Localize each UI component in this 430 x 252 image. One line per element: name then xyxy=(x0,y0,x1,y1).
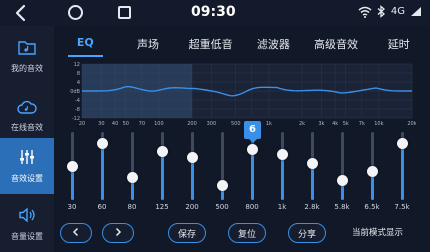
graph-x-tick: 20 xyxy=(79,121,85,126)
status-icons: 4G xyxy=(358,5,422,18)
slider-fill xyxy=(311,163,314,200)
current-mode-label: 当前模式显示 xyxy=(352,228,404,238)
slider-fill xyxy=(161,151,164,200)
eq-slider-6.5k[interactable]: 6.5k xyxy=(360,128,384,218)
slider-fill xyxy=(101,143,104,200)
tab-bar: EQ 声场 超重低音 滤波器 高级音效 延时 xyxy=(54,26,430,60)
sidebar-item-label: 音效设置 xyxy=(11,173,43,183)
tab-subwoofer[interactable]: 超重低音 xyxy=(179,26,242,60)
graph-x-tick: 300 xyxy=(207,121,217,126)
eq-slider-5.8k[interactable]: 5.8k xyxy=(330,128,354,218)
wifi-icon xyxy=(358,6,372,18)
graph-x-tick: 50 xyxy=(123,121,129,126)
sidebar-item-label: 我的音效 xyxy=(11,63,43,73)
recent-apps-icon[interactable] xyxy=(118,6,131,19)
signal-icon xyxy=(410,6,422,17)
sidebar-item-label: 在线音效 xyxy=(11,123,43,132)
eq-slider-200[interactable]: 200 xyxy=(180,128,204,218)
eq-band-sliders: 30 60 80 125 200 500 800 6 1k 2.8k 5.8k 6.5k 7.5k xyxy=(60,121,422,218)
slider-knob[interactable] xyxy=(67,160,78,172)
graph-x-tick: 1k xyxy=(266,121,272,126)
slider-knob[interactable] xyxy=(157,146,168,158)
graph-y-tick: 8 xyxy=(77,71,80,77)
slider-knob[interactable] xyxy=(277,149,288,161)
equalizer-sliders-icon xyxy=(19,149,35,169)
eq-screen: 09:30 4G 我的音效 在线音效 音效设置 音量设置 EQ 声场 超重低音 … xyxy=(0,0,430,252)
speaker-volume-icon xyxy=(18,206,36,227)
reset-button[interactable]: 复位 xyxy=(228,223,266,243)
slider-knob[interactable] xyxy=(397,137,408,149)
slider-fill xyxy=(281,154,284,200)
eq-slider-7.5k[interactable]: 7.5k xyxy=(390,128,414,218)
sidebar-item-volume-settings[interactable]: 音量设置 xyxy=(0,196,54,252)
tab-sound-field[interactable]: 声场 xyxy=(117,26,180,60)
sidebar-item-label: 音量设置 xyxy=(11,231,43,241)
prev-button[interactable] xyxy=(60,223,92,243)
graph-y-tick: 0dB xyxy=(70,89,80,95)
graph-x-tick: 500 xyxy=(231,121,241,126)
eq-slider-30[interactable]: 30 xyxy=(60,128,84,218)
tab-delay[interactable]: 延时 xyxy=(367,26,430,60)
chevron-right-icon xyxy=(113,227,123,240)
graph-x-tick: 100 xyxy=(154,121,164,126)
graph-x-tick: 40 xyxy=(112,121,118,126)
network-type-label: 4G xyxy=(390,6,405,17)
slider-value-bubble: 6 xyxy=(244,121,261,143)
graph-x-tick: 7k xyxy=(359,121,365,126)
music-folder-icon xyxy=(18,39,36,59)
slider-knob[interactable] xyxy=(187,152,198,163)
eq-response-graph: 12840dB-4-8-1220304050701002003005007001… xyxy=(70,62,416,126)
graph-x-tick: 70 xyxy=(139,121,145,126)
graph-x-tick: 30 xyxy=(98,121,104,126)
sidebar: 我的音效 在线音效 音效设置 音量设置 xyxy=(0,26,54,252)
slider-knob[interactable] xyxy=(217,180,228,192)
graph-x-tick: 4k xyxy=(332,121,338,126)
tab-eq[interactable]: EQ xyxy=(54,26,117,60)
eq-slider-60[interactable]: 60 xyxy=(90,128,114,218)
slider-frequency-label: 7.5k xyxy=(394,203,410,211)
slider-knob[interactable] xyxy=(247,143,258,155)
back-icon[interactable] xyxy=(10,2,32,24)
sidebar-item-my-effects[interactable]: 我的音效 xyxy=(0,28,54,84)
graph-x-tick: 5k xyxy=(343,121,349,126)
graph-x-tick: 10k xyxy=(374,121,383,126)
share-button[interactable]: 分享 xyxy=(288,223,326,243)
save-button[interactable]: 保存 xyxy=(168,223,206,243)
chevron-left-icon xyxy=(71,227,81,240)
tab-advanced-effects[interactable]: 高级音效 xyxy=(305,26,368,60)
sidebar-item-effect-settings[interactable]: 音效设置 xyxy=(0,138,54,194)
eq-slider-500[interactable]: 500 xyxy=(210,128,234,218)
status-time: 09:30 xyxy=(191,4,236,20)
slider-knob[interactable] xyxy=(337,174,348,186)
slider-knob[interactable] xyxy=(367,166,378,178)
slider-knob[interactable] xyxy=(127,171,138,183)
eq-slider-125[interactable]: 125 xyxy=(150,128,174,218)
graph-x-tick: 20k xyxy=(407,121,416,126)
status-bar: 09:30 4G xyxy=(0,0,430,26)
home-icon[interactable] xyxy=(68,5,83,20)
eq-slider-1k[interactable]: 1k xyxy=(270,128,294,218)
sidebar-item-online-effects[interactable]: 在线音效 xyxy=(0,88,54,144)
cloud-music-icon xyxy=(17,99,37,118)
eq-slider-800[interactable]: 800 6 xyxy=(240,121,264,218)
slider-fill xyxy=(191,157,194,200)
slider-knob[interactable] xyxy=(307,157,318,169)
graph-y-tick: 12 xyxy=(74,62,80,68)
graph-y-tick: 4 xyxy=(77,80,80,86)
slider-fill xyxy=(401,143,404,200)
slider-fill xyxy=(251,149,254,200)
slider-knob[interactable] xyxy=(97,137,108,149)
next-button[interactable] xyxy=(102,223,134,243)
graph-x-tick: 2k xyxy=(299,121,305,126)
graph-y-tick: -8 xyxy=(75,107,80,113)
graph-x-tick: 3k xyxy=(318,121,324,126)
eq-slider-80[interactable]: 80 xyxy=(120,128,144,218)
tab-filter[interactable]: 滤波器 xyxy=(242,26,305,60)
graph-x-tick: 200 xyxy=(187,121,197,126)
eq-slider-2.8k[interactable]: 2.8k xyxy=(300,128,324,218)
graph-y-tick: -4 xyxy=(75,98,80,104)
bluetooth-icon xyxy=(377,5,386,18)
